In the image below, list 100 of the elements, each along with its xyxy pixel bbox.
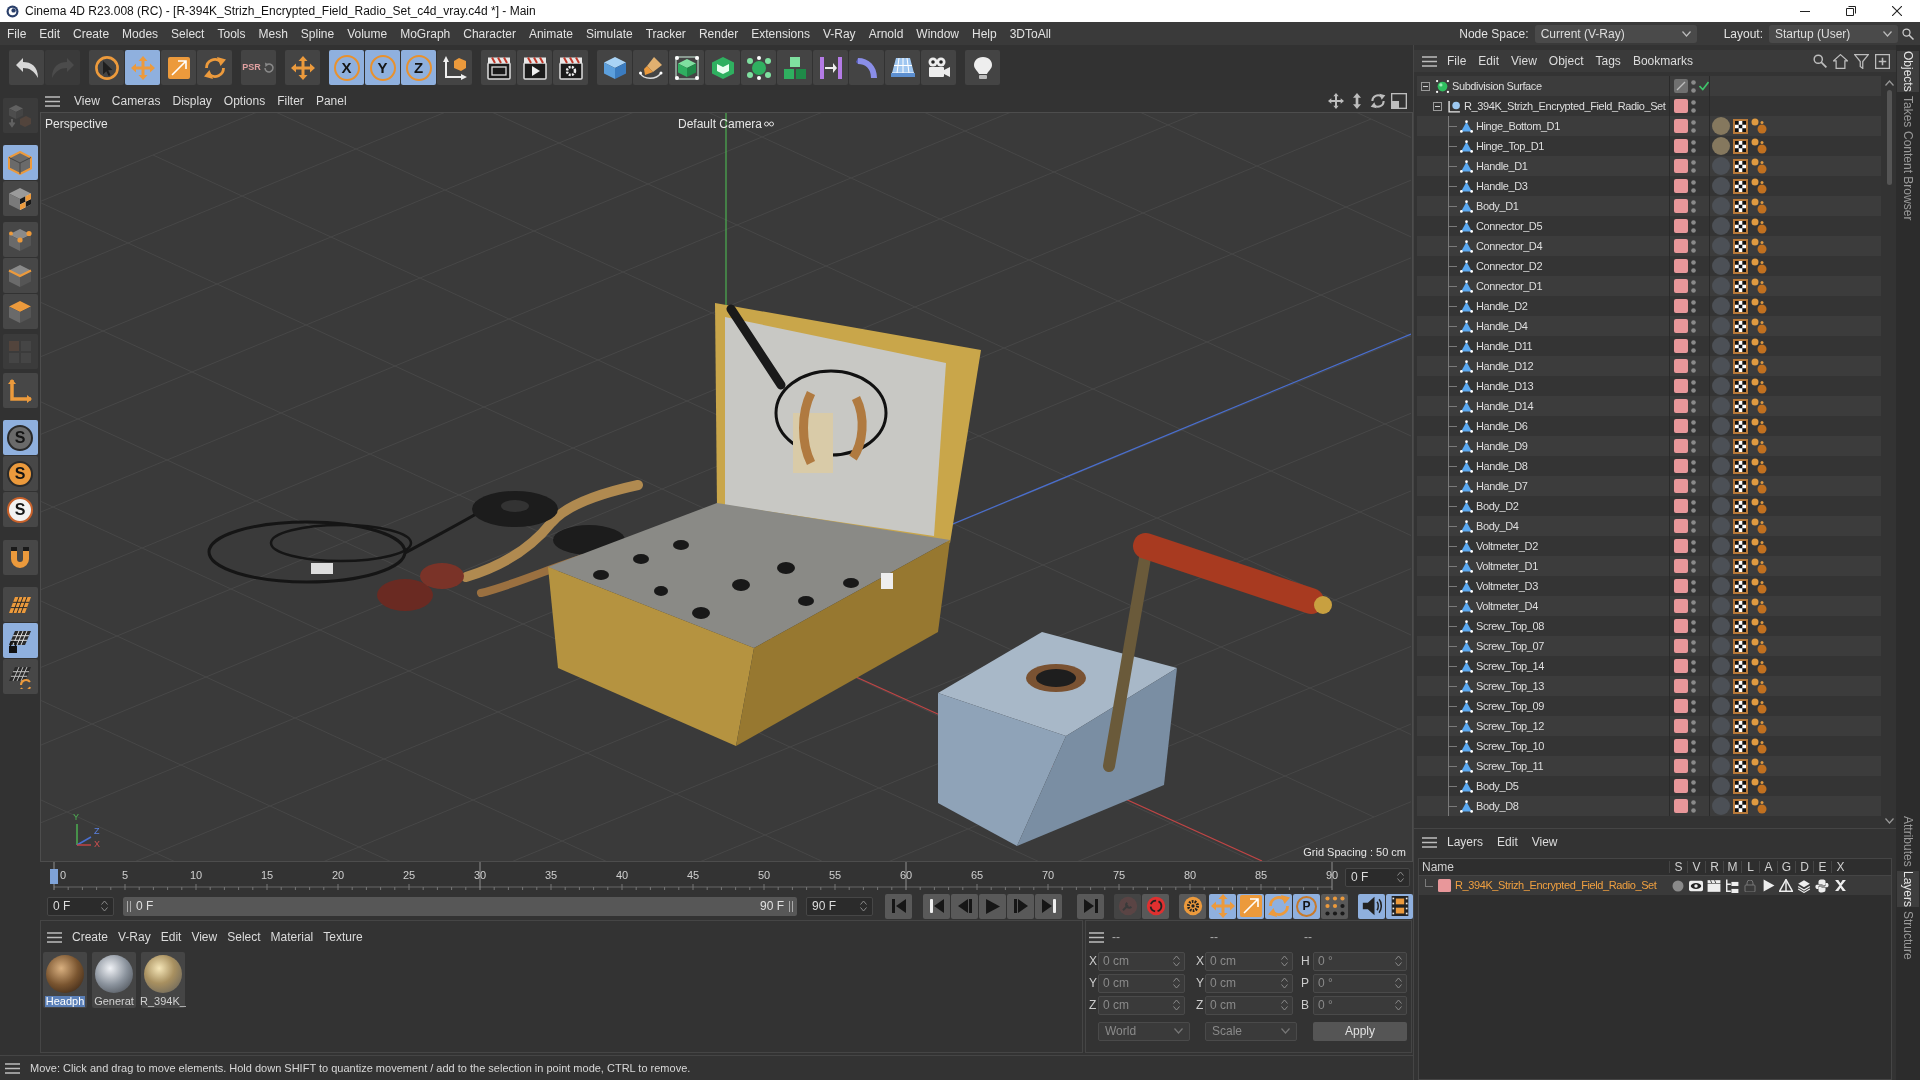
next-key-button[interactable] bbox=[1035, 893, 1062, 919]
position-button[interactable] bbox=[1209, 893, 1236, 919]
side-tab[interactable]: Takes bbox=[1897, 95, 1919, 128]
new-panel-button[interactable] bbox=[1875, 53, 1890, 69]
subdivision-button[interactable] bbox=[669, 50, 704, 85]
object-row[interactable]: Screw_Top_07 bbox=[1417, 636, 1881, 656]
scrollbar-thumb[interactable] bbox=[1886, 90, 1892, 185]
object-row[interactable]: Voltmeter_D4 bbox=[1417, 596, 1881, 616]
menu-item[interactable]: Tools bbox=[217, 27, 246, 40]
object-row[interactable]: Screw_Top_12 bbox=[1417, 716, 1881, 736]
menu-item[interactable]: Edit bbox=[1497, 836, 1518, 848]
array-button[interactable] bbox=[777, 50, 812, 85]
object-row[interactable]: Handle_D9 bbox=[1417, 436, 1881, 456]
material-tile[interactable]: R_394K_ bbox=[141, 952, 185, 1008]
frame-range-slider[interactable]: 0 F 90 F bbox=[123, 896, 797, 916]
menu-item[interactable]: V-Ray bbox=[118, 931, 151, 943]
extrude-button[interactable] bbox=[705, 50, 740, 85]
layer-row[interactable]: R_394K_Strizh_Encrypted_Field_Radio_Set bbox=[1419, 876, 1891, 895]
snap-button[interactable] bbox=[2, 540, 38, 575]
node-space-dropdown[interactable]: Current (V-Ray) bbox=[1534, 24, 1697, 43]
menu-item[interactable]: Cameras bbox=[111, 95, 161, 107]
side-tab[interactable]: Layers bbox=[1897, 871, 1919, 908]
edges-button[interactable] bbox=[2, 258, 38, 293]
symmetry-button[interactable] bbox=[813, 50, 848, 85]
start-frame-field[interactable]: 0 F bbox=[47, 896, 114, 916]
menu-item[interactable]: Edit bbox=[160, 931, 182, 943]
keyframe-selection-button[interactable] bbox=[1179, 893, 1206, 919]
menu-item[interactable]: File bbox=[1447, 55, 1467, 67]
go-end-button[interactable] bbox=[1077, 893, 1104, 919]
menu-item[interactable]: Filter bbox=[277, 95, 304, 107]
menu-item[interactable]: Create bbox=[73, 27, 110, 40]
menu-item[interactable]: Material bbox=[270, 931, 314, 943]
render-view-button[interactable] bbox=[517, 50, 552, 85]
object-row[interactable]: Body_D1 bbox=[1417, 196, 1881, 216]
menu-item[interactable]: Select bbox=[227, 931, 261, 943]
objects-menu-button[interactable] bbox=[1422, 54, 1437, 68]
polygons-button[interactable] bbox=[2, 294, 38, 329]
camera-button[interactable] bbox=[921, 50, 956, 85]
search-button[interactable] bbox=[1902, 26, 1914, 41]
menu-item[interactable]: Volume bbox=[347, 27, 388, 40]
menu-item[interactable]: Create bbox=[72, 931, 109, 943]
menu-item[interactable]: V-Ray bbox=[822, 27, 856, 40]
menu-item[interactable]: Extensions bbox=[751, 27, 810, 40]
menu-item[interactable]: Object bbox=[1548, 55, 1584, 67]
menu-item[interactable]: File bbox=[7, 27, 27, 40]
menu-item[interactable]: Tags bbox=[1595, 55, 1621, 67]
object-row[interactable]: Connector_D1 bbox=[1417, 276, 1881, 296]
menu-item[interactable]: View bbox=[1531, 836, 1558, 848]
menu-item[interactable]: Mesh bbox=[258, 27, 288, 40]
sound-button[interactable] bbox=[1358, 893, 1385, 919]
menu-item[interactable]: Texture bbox=[323, 931, 363, 943]
model-button[interactable] bbox=[2, 145, 38, 180]
undo-button[interactable] bbox=[9, 50, 44, 85]
menu-item[interactable]: Animate bbox=[528, 27, 573, 40]
pen-button[interactable] bbox=[633, 50, 668, 85]
object-row[interactable]: Body_D8 bbox=[1417, 796, 1881, 816]
object-row[interactable]: Voltmeter_D1 bbox=[1417, 556, 1881, 576]
search-button[interactable] bbox=[1813, 54, 1827, 68]
light-button[interactable] bbox=[965, 50, 1000, 85]
menu-item[interactable]: View bbox=[191, 931, 218, 943]
viewport-3d[interactable]: Perspective Default Camera Grid Spacing : 50 cm Y Z X bbox=[40, 112, 1413, 862]
transform-button[interactable] bbox=[285, 50, 320, 85]
workplane-button[interactable] bbox=[2, 587, 38, 622]
prev-key-button[interactable] bbox=[923, 893, 950, 919]
pan-view-button[interactable] bbox=[1328, 93, 1344, 109]
menu-item[interactable]: Panel bbox=[315, 95, 347, 107]
menu-item[interactable]: View bbox=[1511, 55, 1537, 67]
menu-item[interactable]: 3DToAll bbox=[1009, 27, 1052, 40]
select-button[interactable] bbox=[89, 50, 124, 85]
material-tile[interactable]: Headph bbox=[43, 952, 87, 1008]
status-menu-button[interactable] bbox=[5, 1061, 20, 1075]
play-button[interactable] bbox=[979, 893, 1006, 919]
menu-item[interactable]: Render bbox=[698, 27, 739, 40]
object-row[interactable]: Body_D4 bbox=[1417, 516, 1881, 536]
axis-lock-button[interactable]: Y bbox=[365, 50, 400, 85]
cloner-button[interactable] bbox=[741, 50, 776, 85]
axis-lock-button[interactable]: X bbox=[329, 50, 364, 85]
menu-item[interactable]: Modes bbox=[122, 27, 159, 40]
solo-hierarchy-button[interactable]: S bbox=[2, 492, 38, 527]
maximize-view-button[interactable] bbox=[1391, 93, 1407, 109]
menu-item[interactable]: Character bbox=[463, 27, 516, 40]
filter-button[interactable] bbox=[1854, 53, 1869, 69]
menu-item[interactable]: View bbox=[74, 95, 100, 107]
menu-item[interactable]: Edit bbox=[39, 27, 61, 40]
object-row[interactable]: Connector_D4 bbox=[1417, 236, 1881, 256]
autokey-button[interactable] bbox=[1142, 893, 1169, 919]
object-row[interactable]: Handle_D4 bbox=[1417, 316, 1881, 336]
menu-item[interactable]: Tracker bbox=[645, 27, 686, 40]
object-row[interactable]: Hinge_Bottom_D1 bbox=[1417, 116, 1881, 136]
points-button[interactable] bbox=[2, 222, 38, 257]
rotate-view-button[interactable] bbox=[1370, 93, 1386, 109]
menu-item[interactable]: Select bbox=[171, 27, 205, 40]
plane-lock-button[interactable] bbox=[2, 623, 38, 658]
menu-item[interactable]: Simulate bbox=[585, 27, 633, 40]
object-row[interactable]: Screw_Top_11 bbox=[1417, 756, 1881, 776]
rotate-button[interactable] bbox=[1265, 893, 1292, 919]
side-tab[interactable]: Content Browser bbox=[1897, 131, 1919, 221]
object-row[interactable]: Handle_D12 bbox=[1417, 356, 1881, 376]
menu-item[interactable]: MoGraph bbox=[400, 27, 451, 40]
render-settings-button[interactable] bbox=[553, 50, 588, 85]
